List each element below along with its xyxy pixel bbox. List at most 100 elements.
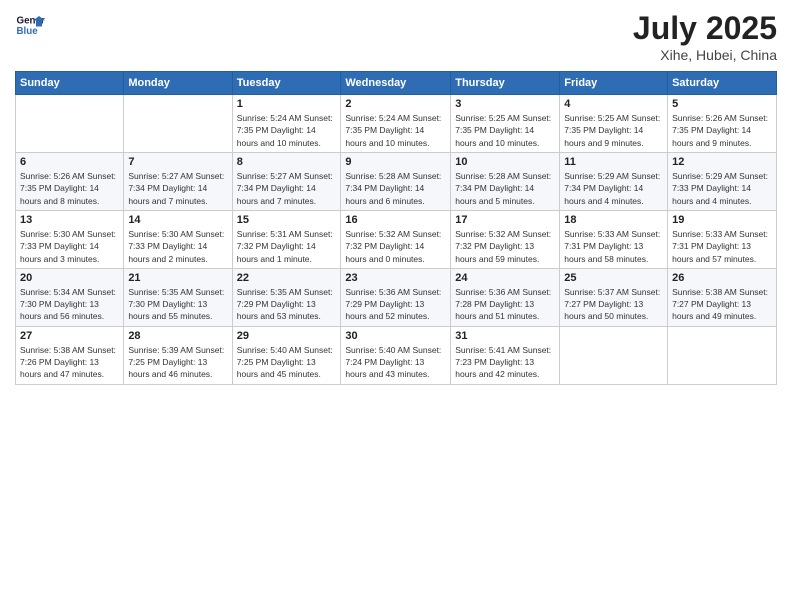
weekday-header: Wednesday xyxy=(341,72,451,95)
day-info: Sunrise: 5:35 AM Sunset: 7:30 PM Dayligh… xyxy=(128,286,227,323)
day-number: 7 xyxy=(128,156,227,168)
calendar-day-cell: 4 Sunrise: 5:25 AM Sunset: 7:35 PM Daylig… xyxy=(560,95,668,153)
day-number: 21 xyxy=(128,272,227,284)
calendar-day-cell: 6Sunrise: 5:26 AM Sunset: 7:35 PM Daylig… xyxy=(16,152,124,210)
calendar-day-cell: 12 Sunrise: 5:29 AM Sunset: 7:33 PM Dayli… xyxy=(668,152,777,210)
calendar-day-cell xyxy=(16,95,124,153)
title-block: July 2025 Xihe, Hubei, China xyxy=(633,10,777,63)
day-info: Sunrise: 5:30 AM Sunset: 7:33 PM Dayligh… xyxy=(20,228,119,265)
calendar-day-cell: 25 Sunrise: 5:37 AM Sunset: 7:27 PM Dayli… xyxy=(560,268,668,326)
calendar-day-cell: 26 Sunrise: 5:38 AM Sunset: 7:27 PM Dayli… xyxy=(668,268,777,326)
calendar-day-cell: 22Sunrise: 5:35 AM Sunset: 7:29 PM Dayli… xyxy=(232,268,341,326)
day-number: 28 xyxy=(128,330,227,342)
day-number: 18 xyxy=(564,214,663,226)
day-info: Sunrise: 5:40 AM Sunset: 7:25 PM Dayligh… xyxy=(237,344,337,381)
weekday-header: Tuesday xyxy=(232,72,341,95)
calendar-day-cell: 24Sunrise: 5:36 AM Sunset: 7:28 PM Dayli… xyxy=(451,268,560,326)
calendar-day-cell: 15Sunrise: 5:31 AM Sunset: 7:32 PM Dayli… xyxy=(232,210,341,268)
day-info: Sunrise: 5:24 AM Sunset: 7:35 PM Dayligh… xyxy=(237,112,337,149)
calendar-day-cell: 3Sunrise: 5:25 AM Sunset: 7:35 PM Daylig… xyxy=(451,95,560,153)
day-number: 4 xyxy=(564,98,663,110)
weekday-header: Monday xyxy=(124,72,232,95)
calendar-week-row: 20 Sunrise: 5:34 AM Sunset: 7:30 PM Dayli… xyxy=(16,268,777,326)
day-info: Sunrise: 5:32 AM Sunset: 7:32 PM Dayligh… xyxy=(345,228,446,265)
location-subtitle: Xihe, Hubei, China xyxy=(633,47,777,63)
calendar-day-cell: 10Sunrise: 5:28 AM Sunset: 7:34 PM Dayli… xyxy=(451,152,560,210)
day-number: 26 xyxy=(672,272,772,284)
logo: General Blue xyxy=(15,10,45,40)
day-info: Sunrise: 5:29 AM Sunset: 7:33 PM Dayligh… xyxy=(672,170,772,207)
calendar-day-cell: 31 Sunrise: 5:41 AM Sunset: 7:23 PM Dayli… xyxy=(451,326,560,384)
day-number: 27 xyxy=(20,330,119,342)
day-number: 2 xyxy=(345,98,446,110)
day-info: Sunrise: 5:36 AM Sunset: 7:28 PM Dayligh… xyxy=(455,286,555,323)
calendar-day-cell xyxy=(668,326,777,384)
day-info: Sunrise: 5:39 AM Sunset: 7:25 PM Dayligh… xyxy=(128,344,227,381)
calendar-day-cell: 23 Sunrise: 5:36 AM Sunset: 7:29 PM Dayli… xyxy=(341,268,451,326)
calendar-day-cell: 7Sunrise: 5:27 AM Sunset: 7:34 PM Daylig… xyxy=(124,152,232,210)
weekday-header: Saturday xyxy=(668,72,777,95)
day-info: Sunrise: 5:38 AM Sunset: 7:27 PM Dayligh… xyxy=(672,286,772,323)
day-number: 9 xyxy=(345,156,446,168)
day-info: Sunrise: 5:25 AM Sunset: 7:35 PM Dayligh… xyxy=(564,112,663,149)
day-info: Sunrise: 5:34 AM Sunset: 7:30 PM Dayligh… xyxy=(20,286,119,323)
day-info: Sunrise: 5:41 AM Sunset: 7:23 PM Dayligh… xyxy=(455,344,555,381)
day-number: 1 xyxy=(237,98,337,110)
day-number: 29 xyxy=(237,330,337,342)
day-number: 3 xyxy=(455,98,555,110)
day-info: Sunrise: 5:32 AM Sunset: 7:32 PM Dayligh… xyxy=(455,228,555,265)
weekday-header: Sunday xyxy=(16,72,124,95)
calendar-day-cell: 11 Sunrise: 5:29 AM Sunset: 7:34 PM Dayli… xyxy=(560,152,668,210)
calendar-day-cell: 28 Sunrise: 5:39 AM Sunset: 7:25 PM Dayli… xyxy=(124,326,232,384)
calendar-table: SundayMondayTuesdayWednesdayThursdayFrid… xyxy=(15,71,777,385)
day-number: 13 xyxy=(20,214,119,226)
day-info: Sunrise: 5:31 AM Sunset: 7:32 PM Dayligh… xyxy=(237,228,337,265)
calendar-day-cell: 16Sunrise: 5:32 AM Sunset: 7:32 PM Dayli… xyxy=(341,210,451,268)
day-info: Sunrise: 5:36 AM Sunset: 7:29 PM Dayligh… xyxy=(345,286,446,323)
calendar-day-cell xyxy=(124,95,232,153)
day-number: 23 xyxy=(345,272,446,284)
calendar-day-cell: 8Sunrise: 5:27 AM Sunset: 7:34 PM Daylig… xyxy=(232,152,341,210)
day-info: Sunrise: 5:24 AM Sunset: 7:35 PM Dayligh… xyxy=(345,112,446,149)
day-number: 20 xyxy=(20,272,119,284)
day-number: 25 xyxy=(564,272,663,284)
calendar-week-row: 1 Sunrise: 5:24 AM Sunset: 7:35 PM Daylig… xyxy=(16,95,777,153)
calendar-day-cell: 19 Sunrise: 5:33 AM Sunset: 7:31 PM Dayli… xyxy=(668,210,777,268)
calendar-day-cell: 1 Sunrise: 5:24 AM Sunset: 7:35 PM Daylig… xyxy=(232,95,341,153)
calendar-day-cell: 5 Sunrise: 5:26 AM Sunset: 7:35 PM Daylig… xyxy=(668,95,777,153)
day-info: Sunrise: 5:33 AM Sunset: 7:31 PM Dayligh… xyxy=(564,228,663,265)
weekday-header: Thursday xyxy=(451,72,560,95)
day-info: Sunrise: 5:26 AM Sunset: 7:35 PM Dayligh… xyxy=(672,112,772,149)
calendar-header-row: SundayMondayTuesdayWednesdayThursdayFrid… xyxy=(16,72,777,95)
calendar-day-cell: 20 Sunrise: 5:34 AM Sunset: 7:30 PM Dayli… xyxy=(16,268,124,326)
day-info: Sunrise: 5:30 AM Sunset: 7:33 PM Dayligh… xyxy=(128,228,227,265)
day-info: Sunrise: 5:28 AM Sunset: 7:34 PM Dayligh… xyxy=(345,170,446,207)
day-info: Sunrise: 5:33 AM Sunset: 7:31 PM Dayligh… xyxy=(672,228,772,265)
day-number: 5 xyxy=(672,98,772,110)
day-number: 31 xyxy=(455,330,555,342)
day-number: 14 xyxy=(128,214,227,226)
day-info: Sunrise: 5:37 AM Sunset: 7:27 PM Dayligh… xyxy=(564,286,663,323)
calendar-week-row: 6Sunrise: 5:26 AM Sunset: 7:35 PM Daylig… xyxy=(16,152,777,210)
calendar-day-cell: 9 Sunrise: 5:28 AM Sunset: 7:34 PM Daylig… xyxy=(341,152,451,210)
day-info: Sunrise: 5:27 AM Sunset: 7:34 PM Dayligh… xyxy=(237,170,337,207)
day-info: Sunrise: 5:26 AM Sunset: 7:35 PM Dayligh… xyxy=(20,170,119,207)
calendar-day-cell: 17 Sunrise: 5:32 AM Sunset: 7:32 PM Dayli… xyxy=(451,210,560,268)
day-info: Sunrise: 5:40 AM Sunset: 7:24 PM Dayligh… xyxy=(345,344,446,381)
calendar-day-cell: 27Sunrise: 5:38 AM Sunset: 7:26 PM Dayli… xyxy=(16,326,124,384)
calendar-day-cell: 30Sunrise: 5:40 AM Sunset: 7:24 PM Dayli… xyxy=(341,326,451,384)
header: General Blue July 2025 Xihe, Hubei, Chin… xyxy=(15,10,777,63)
day-info: Sunrise: 5:29 AM Sunset: 7:34 PM Dayligh… xyxy=(564,170,663,207)
day-number: 19 xyxy=(672,214,772,226)
calendar-day-cell: 2 Sunrise: 5:24 AM Sunset: 7:35 PM Daylig… xyxy=(341,95,451,153)
day-info: Sunrise: 5:35 AM Sunset: 7:29 PM Dayligh… xyxy=(237,286,337,323)
day-info: Sunrise: 5:28 AM Sunset: 7:34 PM Dayligh… xyxy=(455,170,555,207)
weekday-header: Friday xyxy=(560,72,668,95)
calendar-week-row: 13 Sunrise: 5:30 AM Sunset: 7:33 PM Dayli… xyxy=(16,210,777,268)
day-number: 12 xyxy=(672,156,772,168)
logo-icon: General Blue xyxy=(15,10,45,40)
calendar-day-cell: 21 Sunrise: 5:35 AM Sunset: 7:30 PM Dayli… xyxy=(124,268,232,326)
day-number: 17 xyxy=(455,214,555,226)
day-number: 11 xyxy=(564,156,663,168)
svg-text:Blue: Blue xyxy=(17,26,39,37)
